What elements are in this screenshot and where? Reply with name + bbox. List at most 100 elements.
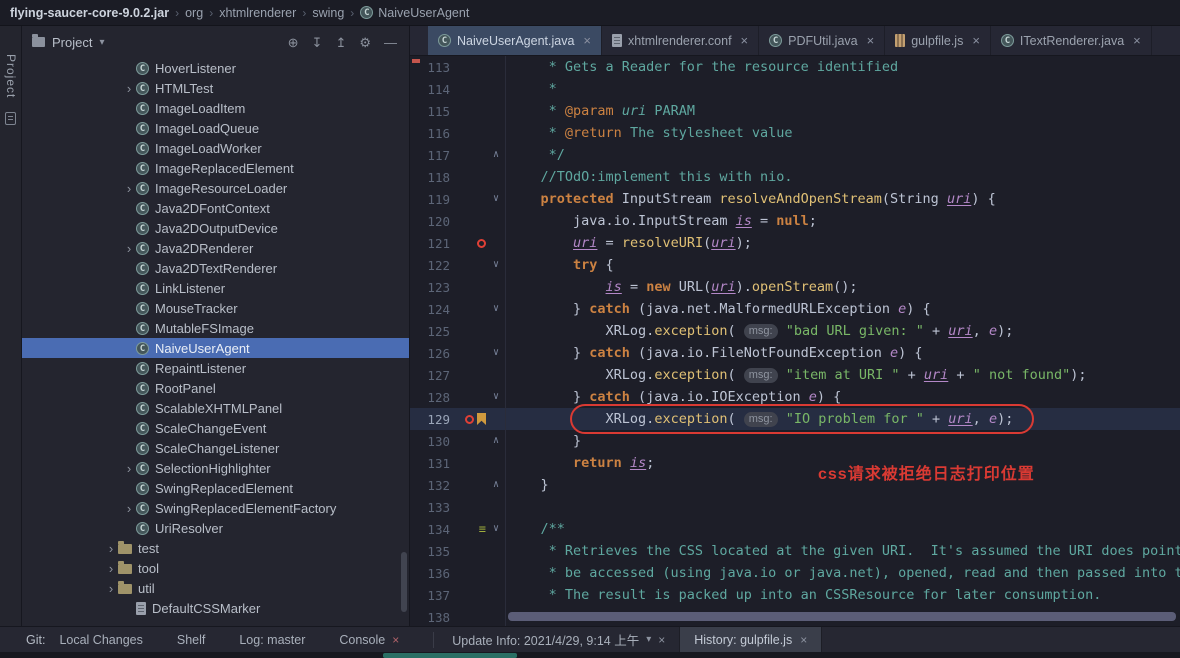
close-icon[interactable]: × bbox=[658, 633, 665, 647]
fold-marker-icon[interactable]: ∨ bbox=[488, 304, 504, 314]
code-line-114[interactable]: 114 * bbox=[410, 78, 1180, 100]
tree-scrollbar[interactable] bbox=[401, 552, 407, 612]
fold-marker-icon[interactable]: ∨ bbox=[488, 524, 504, 534]
tree-item-scalablexhtmlpanel[interactable]: CScalableXHTMLPanel bbox=[22, 398, 409, 418]
tree-item-scalechangelistener[interactable]: CScaleChangeListener bbox=[22, 438, 409, 458]
code-line-136[interactable]: 136 * be accessed (using java.io or java… bbox=[410, 562, 1180, 584]
gutter[interactable]: 128 ∨ bbox=[410, 386, 506, 408]
code-line-128[interactable]: 128∨ } catch (java.io.IOException e) { bbox=[410, 386, 1180, 408]
tree-item-repaintlistener[interactable]: CRepaintListener bbox=[22, 358, 409, 378]
tree-item-defaultcssmarker[interactable]: DefaultCSSMarker bbox=[22, 598, 409, 618]
gutter[interactable]: 135 bbox=[410, 540, 506, 562]
collapse-all-icon[interactable]: ↥ bbox=[335, 36, 346, 49]
fold-marker-icon[interactable]: ∨ bbox=[488, 392, 504, 402]
code-text[interactable]: * bbox=[508, 78, 557, 100]
breadcrumb-item-xhtmlrenderer[interactable]: xhtmlrenderer bbox=[219, 6, 296, 20]
code-line-125[interactable]: 125 XRLog.exception( msg: "bad URL given… bbox=[410, 320, 1180, 342]
line-number[interactable]: 115 bbox=[410, 104, 450, 119]
gutter[interactable]: 117 ∧ bbox=[410, 144, 506, 166]
gutter[interactable]: 115 bbox=[410, 100, 506, 122]
code-line-133[interactable]: 133 bbox=[410, 496, 1180, 518]
fold-marker-icon[interactable]: ∧ bbox=[488, 150, 504, 160]
code-line-135[interactable]: 135 * Retrieves the CSS located at the g… bbox=[410, 540, 1180, 562]
line-number[interactable]: 132 bbox=[410, 478, 450, 493]
code-text[interactable]: XRLog.exception( msg: "bad URL given: " … bbox=[508, 320, 1013, 342]
code-text[interactable]: try { bbox=[508, 254, 614, 276]
line-number[interactable]: 119 bbox=[410, 192, 450, 207]
gutter[interactable]: 116 bbox=[410, 122, 506, 144]
code-text[interactable]: * @return The stylesheet value bbox=[508, 122, 793, 144]
code-line-119[interactable]: 119∨ protected InputStream resolveAndOpe… bbox=[410, 188, 1180, 210]
code-text[interactable]: protected InputStream resolveAndOpenStre… bbox=[508, 188, 996, 210]
editor-tab-itextrenderer-java[interactable]: CITextRenderer.java× bbox=[991, 26, 1152, 55]
gutter[interactable]: 114 bbox=[410, 78, 506, 100]
code-text[interactable]: } catch (java.net.MalformedURLException … bbox=[508, 298, 931, 320]
tree-item-imageloadqueue[interactable]: CImageLoadQueue bbox=[22, 118, 409, 138]
editor-tab-xhtmlrenderer-conf[interactable]: xhtmlrenderer.conf× bbox=[602, 26, 759, 55]
code-text[interactable]: * @param uri PARAM bbox=[508, 100, 695, 122]
tree-item-scalechangeevent[interactable]: CScaleChangeEvent bbox=[22, 418, 409, 438]
gutter[interactable]: 129 bbox=[410, 408, 506, 430]
code-line-113[interactable]: 113 * Gets a Reader for the resource ide… bbox=[410, 56, 1180, 78]
tree-item-java2doutputdevice[interactable]: CJava2DOutputDevice bbox=[22, 218, 409, 238]
tree-item-rootpanel[interactable]: CRootPanel bbox=[22, 378, 409, 398]
line-number[interactable]: 128 bbox=[410, 390, 450, 405]
expand-arrow-icon[interactable]: › bbox=[122, 82, 136, 95]
hide-panel-icon[interactable]: — bbox=[384, 36, 397, 49]
code-line-121[interactable]: 121 uri = resolveURI(uri); bbox=[410, 232, 1180, 254]
gutter[interactable]: 123 bbox=[410, 276, 506, 298]
tree-item-hoverlistener[interactable]: CHoverListener bbox=[22, 58, 409, 78]
tree-item-util[interactable]: ›util bbox=[22, 578, 409, 598]
close-icon[interactable]: × bbox=[972, 33, 980, 48]
line-number[interactable]: 135 bbox=[410, 544, 450, 559]
breakpoint-ring-icon[interactable] bbox=[465, 415, 474, 424]
tree-item-naiveuseragent[interactable]: CNaiveUserAgent bbox=[22, 338, 409, 358]
tool-stripe-icon[interactable] bbox=[5, 112, 16, 125]
line-number[interactable]: 136 bbox=[410, 566, 450, 581]
line-number[interactable]: 127 bbox=[410, 368, 450, 383]
code-line-130[interactable]: 130∧ } bbox=[410, 430, 1180, 452]
fold-marker-icon[interactable]: ∧ bbox=[488, 480, 504, 490]
code-text[interactable]: java.io.InputStream is = null; bbox=[508, 210, 817, 232]
line-number[interactable]: 129 bbox=[410, 412, 450, 427]
fold-marker-icon[interactable]: ∨ bbox=[488, 260, 504, 270]
line-number[interactable]: 137 bbox=[410, 588, 450, 603]
tree-item-imagereplacedelement[interactable]: CImageReplacedElement bbox=[22, 158, 409, 178]
gutter[interactable]: 122∨ bbox=[410, 254, 506, 276]
code-line-124[interactable]: 124 ∨ } catch (java.net.MalformedURLExcep… bbox=[410, 298, 1180, 320]
code-line-126[interactable]: 126∨ } catch (java.io.FileNotFoundExcept… bbox=[410, 342, 1180, 364]
line-number[interactable]: 131 bbox=[410, 456, 450, 471]
code-line-123[interactable]: 123 is = new URL(uri).openStream(); bbox=[410, 276, 1180, 298]
breadcrumb-item-naiveuseragent[interactable]: CNaiveUserAgent bbox=[360, 6, 469, 20]
code-line-120[interactable]: 120 java.io.InputStream is = null; bbox=[410, 210, 1180, 232]
settings-icon[interactable]: ⚙ bbox=[359, 36, 371, 49]
code-text[interactable]: */ bbox=[508, 144, 565, 166]
gutter[interactable]: 124 ∨ bbox=[410, 298, 506, 320]
tree-item-java2drenderer[interactable]: ›CJava2DRenderer bbox=[22, 238, 409, 258]
editor-code[interactable]: 113 * Gets a Reader for the resource ide… bbox=[410, 56, 1180, 626]
code-line-118[interactable]: 118 //TOdO:implement this with nio. bbox=[410, 166, 1180, 188]
horizontal-scrollbar[interactable] bbox=[508, 612, 1176, 621]
line-number[interactable]: 124 bbox=[410, 302, 450, 317]
code-line-131[interactable]: 131 return is; bbox=[410, 452, 1180, 474]
line-number[interactable]: 130 bbox=[410, 434, 450, 449]
code-text[interactable]: * Gets a Reader for the resource identif… bbox=[508, 56, 898, 78]
code-line-137[interactable]: 137 * The result is packed up into an CS… bbox=[410, 584, 1180, 606]
breadcrumb-item-flying-saucer-core-9-0-2-jar[interactable]: flying-saucer-core-9.0.2.jar bbox=[10, 6, 169, 20]
expand-arrow-icon[interactable]: › bbox=[104, 582, 118, 595]
tree-item-swingreplacedelement[interactable]: CSwingReplacedElement bbox=[22, 478, 409, 498]
expand-arrow-icon[interactable]: › bbox=[122, 182, 136, 195]
tree-item-java2dfontcontext[interactable]: CJava2DFontContext bbox=[22, 198, 409, 218]
close-icon[interactable]: × bbox=[741, 33, 749, 48]
line-number[interactable]: 117 bbox=[410, 148, 450, 163]
tree-item-htmltest[interactable]: ›CHTMLTest bbox=[22, 78, 409, 98]
editor-tab-gulpfile-js[interactable]: gulpfile.js× bbox=[885, 26, 991, 55]
code-line-129[interactable]: 129 XRLog.exception( msg: "IO problem fo… bbox=[410, 408, 1180, 430]
code-line-115[interactable]: 115 * @param uri PARAM bbox=[410, 100, 1180, 122]
line-number[interactable]: 114 bbox=[410, 82, 450, 97]
gutter[interactable]: 127 bbox=[410, 364, 506, 386]
expand-arrow-icon[interactable]: › bbox=[104, 542, 118, 555]
project-panel-title[interactable]: Project bbox=[52, 35, 92, 50]
line-number[interactable]: 125 bbox=[410, 324, 450, 339]
tree-item-mutablefsimage[interactable]: CMutableFSImage bbox=[22, 318, 409, 338]
